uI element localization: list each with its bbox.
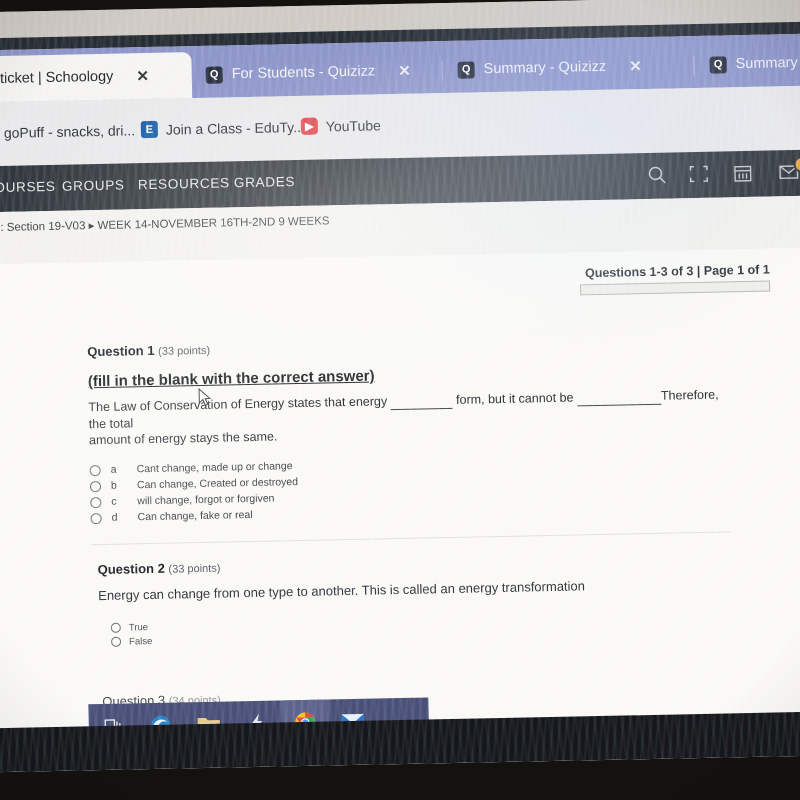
question-1-block: Question 1 (33 points) (fill in the blan… xyxy=(87,331,731,526)
question-2-points: (33 points) xyxy=(168,562,221,576)
photo-of-screen: ... Exit ticket | Schoology ✕ Q For Stud… xyxy=(0,0,800,800)
choice-letter: a xyxy=(110,463,117,476)
choice-text: will change, forgot or forgiven xyxy=(137,492,275,508)
assessment-card: Questions 1-3 of 3 | Page 1 of 1 Questio… xyxy=(0,247,800,773)
search-icon[interactable] xyxy=(646,164,668,186)
computer-screen: ... Exit ticket | Schoology ✕ Q For Stud… xyxy=(0,0,800,773)
radio-icon[interactable] xyxy=(110,622,121,633)
choice-text: Can change, Created or destroyed xyxy=(136,476,299,492)
question-1-text-b: form, but it cannot be xyxy=(455,390,574,407)
question-1-text-a: The Law of Conservation of Energy states… xyxy=(88,394,388,415)
bookmark-youtube[interactable]: ▶ YouTube xyxy=(300,116,381,135)
tab-close-icon[interactable]: ✕ xyxy=(629,57,642,75)
nav-item-groups[interactable]: GROUPS xyxy=(62,177,125,193)
browser-tab-3[interactable]: Q Summary - Qu xyxy=(697,39,800,88)
question-1-choices: a Cant change, made up or change b Can c… xyxy=(89,449,731,526)
tab-separator xyxy=(693,56,695,77)
mouse-cursor xyxy=(198,387,212,407)
question-1-heading: Question 1 (33 points) xyxy=(87,331,727,359)
question-2-choices: True False xyxy=(110,608,739,649)
courses-grid-icon[interactable] xyxy=(688,163,710,185)
progress-bar xyxy=(580,280,771,296)
bookmark-label: Join a Class - EduTy... xyxy=(165,118,305,138)
browser-tab-0[interactable]: Exit ticket | Schoology ✕ xyxy=(0,52,193,103)
question-1-instruction: (fill in the blank with the correct answ… xyxy=(87,367,375,391)
nav-item-resources[interactable]: RESOURCES xyxy=(138,175,230,192)
bookmark-label: goPuff - snacks, dri... xyxy=(3,121,136,141)
choice-letter: d xyxy=(111,511,118,524)
edutyping-icon: E xyxy=(140,120,159,139)
bookmark-label: YouTube xyxy=(325,116,381,134)
bookmark-gopuff[interactable]: o goPuff - snacks, dri... xyxy=(0,121,136,141)
radio-icon[interactable] xyxy=(89,480,102,492)
bookmark-edutyping[interactable]: E Join a Class - EduTy... xyxy=(140,118,305,139)
choice-letter: c xyxy=(111,495,117,508)
tab-close-icon[interactable]: ✕ xyxy=(136,67,149,85)
question-2-block: Question 2 (33 points) Energy can change… xyxy=(98,549,740,649)
question-2-heading: Question 2 (33 points) xyxy=(98,549,738,577)
radio-icon[interactable] xyxy=(111,636,122,647)
question-1-title: Question 1 xyxy=(87,342,155,360)
question-2-prompt: Energy can change from one type to anoth… xyxy=(98,578,586,604)
choice-text: True xyxy=(128,621,149,633)
breadcrumb[interactable]: e Reg 7AB: Section 19-V03 ▸ WEEK 14-NOVE… xyxy=(0,213,330,235)
choice-letter: b xyxy=(110,479,117,492)
calendar-icon[interactable] xyxy=(732,162,754,184)
radio-icon[interactable] xyxy=(89,464,101,476)
choice-text: Can change, fake or real xyxy=(137,508,253,524)
tab-separator xyxy=(441,61,443,82)
quizizz-favicon-icon: Q xyxy=(709,55,727,74)
radio-icon[interactable] xyxy=(90,512,102,524)
question-pager-label: Questions 1-3 of 3 | Page 1 of 1 xyxy=(584,262,770,281)
nav-item-courses[interactable]: COURSES xyxy=(0,179,56,195)
question-1-text-d: amount of energy stays the same. xyxy=(88,429,278,448)
youtube-icon: ▶ xyxy=(300,117,318,135)
question-2-title: Question 2 xyxy=(97,560,165,578)
browser-tab-2[interactable]: Q Summary - Quizizz ✕ xyxy=(445,42,690,93)
browser-tab-1[interactable]: Q For Students - Quizizz ✕ xyxy=(193,47,438,98)
page-body: e Reg 7AB: Section 19-V03 ▸ WEEK 14-NOVE… xyxy=(0,195,800,773)
tab-title: For Students - Quizizz xyxy=(231,63,376,83)
question-1-body: The Law of Conservation of Energy states… xyxy=(88,386,729,448)
tab-title: Summary - Quizizz xyxy=(483,58,607,78)
question-divider xyxy=(91,531,732,546)
quizizz-favicon-icon: Q xyxy=(457,60,475,79)
tab-title: Summary - Qu xyxy=(735,54,800,73)
radio-icon[interactable] xyxy=(90,496,102,508)
tab-title: Exit ticket | Schoology xyxy=(0,68,114,88)
quizizz-favicon-icon: Q xyxy=(205,65,223,84)
nav-item-grades[interactable]: GRADES xyxy=(234,174,296,190)
choice-text: False xyxy=(129,635,153,647)
tab-close-icon[interactable]: ✕ xyxy=(398,62,411,80)
answer-blank-1 xyxy=(390,391,453,411)
answer-blank-2 xyxy=(576,387,662,407)
question-1-points: (33 points) xyxy=(157,344,211,358)
choice-text: Cant change, made up or change xyxy=(136,460,293,476)
